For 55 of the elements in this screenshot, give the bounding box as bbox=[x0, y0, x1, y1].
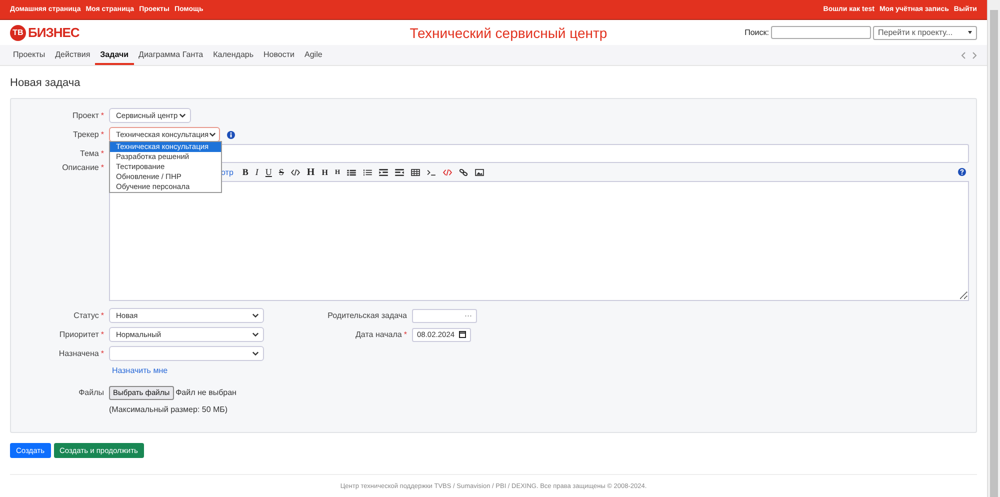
chevron-right-icon[interactable] bbox=[972, 52, 977, 58]
logo-text: БИЗНЕС bbox=[28, 25, 80, 40]
field-label: Описание * bbox=[61, 163, 105, 172]
chevron-down-icon bbox=[179, 113, 186, 118]
chevron-left-icon[interactable] bbox=[961, 52, 966, 58]
field-label: Трекер * bbox=[72, 130, 105, 139]
format-button[interactable]: H bbox=[306, 168, 315, 176]
format-button[interactable]: U bbox=[265, 168, 272, 176]
nav-tab[interactable]: Новости bbox=[258, 45, 300, 65]
file-status-text: Файл не выбран bbox=[176, 388, 236, 397]
page-title: Новая задача bbox=[10, 77, 82, 89]
nav-tab[interactable]: Действия bbox=[50, 45, 96, 65]
numbered-list-icon[interactable] bbox=[363, 168, 372, 176]
calendar-icon[interactable] bbox=[459, 331, 466, 338]
indent-icon[interactable] bbox=[379, 168, 388, 176]
format-button[interactable]: B bbox=[242, 168, 248, 176]
chevron-down-icon bbox=[208, 132, 216, 137]
site-title: Технический сервисный центр bbox=[408, 24, 608, 40]
field-label: Тема * bbox=[79, 149, 105, 158]
search-label: Поиск: bbox=[744, 28, 769, 37]
file-size-note: (Максимальный размер: 50 МБ) bbox=[109, 404, 228, 414]
nav-tab[interactable]: Проекты bbox=[8, 45, 50, 65]
outdent-icon[interactable] bbox=[395, 168, 404, 176]
table-icon[interactable] bbox=[411, 168, 420, 176]
field-label: Назначена * bbox=[58, 349, 105, 358]
field-label: Родительская задача bbox=[326, 311, 408, 320]
field-label: Файлы bbox=[78, 388, 105, 397]
format-button[interactable]: H bbox=[322, 168, 328, 176]
help-icon[interactable] bbox=[958, 168, 966, 176]
logo-badge: ТВ bbox=[10, 24, 26, 40]
image-icon[interactable] bbox=[475, 168, 484, 176]
bullet-list-icon[interactable] bbox=[347, 168, 356, 176]
nav-tab[interactable]: Календарь bbox=[208, 45, 259, 65]
nav-tab[interactable]: Диаграмма Ганта bbox=[134, 45, 208, 65]
link-icon[interactable] bbox=[459, 168, 468, 176]
project-jump-select[interactable]: Перейти к проекту... bbox=[873, 26, 977, 40]
chevron-down-icon bbox=[252, 332, 259, 337]
info-icon[interactable] bbox=[227, 130, 235, 138]
field-label: Приоритет * bbox=[58, 330, 105, 339]
code-icon[interactable] bbox=[290, 168, 300, 176]
chevron-down-icon bbox=[252, 351, 259, 356]
scrollbar[interactable] bbox=[987, 0, 1000, 497]
nav-tab[interactable]: Задачи bbox=[95, 45, 134, 65]
field-label: Дата начала * bbox=[354, 330, 408, 339]
html-code-icon[interactable] bbox=[443, 168, 452, 176]
description-field[interactable] bbox=[109, 181, 969, 301]
terminal-icon[interactable] bbox=[427, 168, 436, 176]
field-label: Статус * bbox=[72, 311, 105, 320]
field-label: Проект * bbox=[72, 111, 105, 120]
nav-tab[interactable]: Agile bbox=[300, 45, 328, 65]
chevron-down-icon bbox=[252, 313, 259, 318]
search-field[interactable] bbox=[771, 26, 871, 39]
format-button[interactable]: I bbox=[255, 168, 258, 176]
format-button[interactable]: S bbox=[278, 168, 284, 176]
assign-to-me-link[interactable]: Назначить мне bbox=[109, 366, 168, 374]
